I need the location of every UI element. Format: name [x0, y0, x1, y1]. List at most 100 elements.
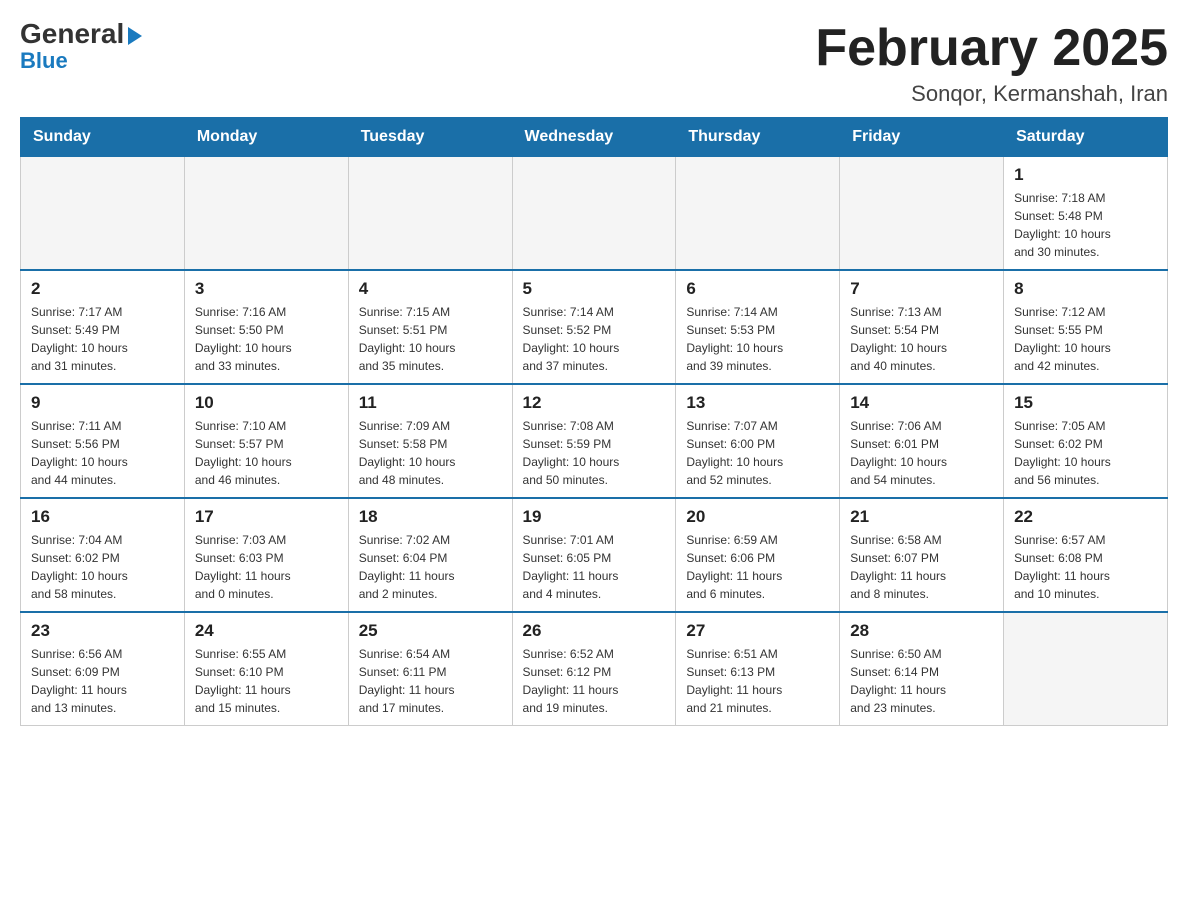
table-row: 20 Sunrise: 6:59 AM Sunset: 6:06 PM Dayli… [676, 498, 840, 612]
table-row: 28 Sunrise: 6:50 AM Sunset: 6:14 PM Dayli… [840, 612, 1004, 726]
day-info: Sunrise: 7:06 AM Sunset: 6:01 PM Dayligh… [850, 417, 993, 489]
day-info: Sunrise: 6:58 AM Sunset: 6:07 PM Dayligh… [850, 531, 993, 603]
table-row [21, 157, 185, 271]
table-row: 24 Sunrise: 6:55 AM Sunset: 6:10 PM Dayli… [184, 612, 348, 726]
calendar-week-row: 23 Sunrise: 6:56 AM Sunset: 6:09 PM Dayli… [21, 612, 1168, 726]
calendar-week-row: 16Sunrise: 7:04 AM Sunset: 6:02 PM Dayli… [21, 498, 1168, 612]
table-row: 18Sunrise: 7:02 AM Sunset: 6:04 PM Dayli… [348, 498, 512, 612]
table-row: 21 Sunrise: 6:58 AM Sunset: 6:07 PM Dayli… [840, 498, 1004, 612]
day-info: Sunrise: 6:54 AM Sunset: 6:11 PM Dayligh… [359, 645, 502, 717]
day-number: 15 [1014, 393, 1157, 413]
day-info: Sunrise: 7:10 AM Sunset: 5:57 PM Dayligh… [195, 417, 338, 489]
table-row: 13 Sunrise: 7:07 AM Sunset: 6:00 PM Dayli… [676, 384, 840, 498]
day-info: Sunrise: 6:56 AM Sunset: 6:09 PM Dayligh… [31, 645, 174, 717]
logo-blue-text: Blue [20, 48, 68, 74]
day-number: 5 [523, 279, 666, 299]
day-number: 9 [31, 393, 174, 413]
table-row: 8Sunrise: 7:12 AM Sunset: 5:55 PM Daylig… [1004, 270, 1168, 384]
day-number: 12 [523, 393, 666, 413]
location: Sonqor, Kermanshah, Iran [815, 81, 1168, 107]
day-number: 24 [195, 621, 338, 641]
day-info: Sunrise: 7:16 AM Sunset: 5:50 PM Dayligh… [195, 303, 338, 375]
day-number: 27 [686, 621, 829, 641]
calendar-header-row: Sunday Monday Tuesday Wednesday Thursday… [21, 118, 1168, 157]
table-row: 16Sunrise: 7:04 AM Sunset: 6:02 PM Dayli… [21, 498, 185, 612]
calendar-week-row: 1Sunrise: 7:18 AM Sunset: 5:48 PM Daylig… [21, 157, 1168, 271]
day-number: 19 [523, 507, 666, 527]
day-number: 28 [850, 621, 993, 641]
table-row: 27Sunrise: 6:51 AM Sunset: 6:13 PM Dayli… [676, 612, 840, 726]
day-number: 17 [195, 507, 338, 527]
day-info: Sunrise: 6:52 AM Sunset: 6:12 PM Dayligh… [523, 645, 666, 717]
day-info: Sunrise: 7:13 AM Sunset: 5:54 PM Dayligh… [850, 303, 993, 375]
calendar-week-row: 9 Sunrise: 7:11 AM Sunset: 5:56 PM Daylig… [21, 384, 1168, 498]
day-number: 18 [359, 507, 502, 527]
table-row: 26 Sunrise: 6:52 AM Sunset: 6:12 PM Dayli… [512, 612, 676, 726]
table-row: 19 Sunrise: 7:01 AM Sunset: 6:05 PM Dayli… [512, 498, 676, 612]
table-row: 3 Sunrise: 7:16 AM Sunset: 5:50 PM Daylig… [184, 270, 348, 384]
table-row: 7 Sunrise: 7:13 AM Sunset: 5:54 PM Daylig… [840, 270, 1004, 384]
day-info: Sunrise: 6:59 AM Sunset: 6:06 PM Dayligh… [686, 531, 829, 603]
table-row: 6 Sunrise: 7:14 AM Sunset: 5:53 PM Daylig… [676, 270, 840, 384]
col-monday: Monday [184, 118, 348, 157]
table-row: 5 Sunrise: 7:14 AM Sunset: 5:52 PM Daylig… [512, 270, 676, 384]
day-number: 21 [850, 507, 993, 527]
table-row: 17 Sunrise: 7:03 AM Sunset: 6:03 PM Dayli… [184, 498, 348, 612]
day-number: 7 [850, 279, 993, 299]
table-row: 12 Sunrise: 7:08 AM Sunset: 5:59 PM Dayli… [512, 384, 676, 498]
table-row: 22 Sunrise: 6:57 AM Sunset: 6:08 PM Dayli… [1004, 498, 1168, 612]
day-info: Sunrise: 7:17 AM Sunset: 5:49 PM Dayligh… [31, 303, 174, 375]
day-number: 8 [1014, 279, 1157, 299]
day-info: Sunrise: 6:57 AM Sunset: 6:08 PM Dayligh… [1014, 531, 1157, 603]
day-info: Sunrise: 6:50 AM Sunset: 6:14 PM Dayligh… [850, 645, 993, 717]
table-row: 4 Sunrise: 7:15 AM Sunset: 5:51 PM Daylig… [348, 270, 512, 384]
day-info: Sunrise: 7:01 AM Sunset: 6:05 PM Dayligh… [523, 531, 666, 603]
day-number: 26 [523, 621, 666, 641]
day-number: 3 [195, 279, 338, 299]
col-friday: Friday [840, 118, 1004, 157]
day-number: 23 [31, 621, 174, 641]
table-row [184, 157, 348, 271]
col-thursday: Thursday [676, 118, 840, 157]
col-saturday: Saturday [1004, 118, 1168, 157]
day-number: 16 [31, 507, 174, 527]
day-number: 25 [359, 621, 502, 641]
day-number: 20 [686, 507, 829, 527]
day-info: Sunrise: 7:03 AM Sunset: 6:03 PM Dayligh… [195, 531, 338, 603]
table-row [840, 157, 1004, 271]
day-info: Sunrise: 7:07 AM Sunset: 6:00 PM Dayligh… [686, 417, 829, 489]
table-row [348, 157, 512, 271]
day-number: 22 [1014, 507, 1157, 527]
table-row: 23 Sunrise: 6:56 AM Sunset: 6:09 PM Dayli… [21, 612, 185, 726]
logo: General Blue [20, 20, 142, 74]
day-info: Sunrise: 6:55 AM Sunset: 6:10 PM Dayligh… [195, 645, 338, 717]
col-tuesday: Tuesday [348, 118, 512, 157]
calendar-table: Sunday Monday Tuesday Wednesday Thursday… [20, 117, 1168, 726]
day-info: Sunrise: 7:08 AM Sunset: 5:59 PM Dayligh… [523, 417, 666, 489]
day-number: 6 [686, 279, 829, 299]
day-number: 4 [359, 279, 502, 299]
day-info: Sunrise: 7:11 AM Sunset: 5:56 PM Dayligh… [31, 417, 174, 489]
calendar-week-row: 2 Sunrise: 7:17 AM Sunset: 5:49 PM Daylig… [21, 270, 1168, 384]
title-area: February 2025 Sonqor, Kermanshah, Iran [815, 20, 1168, 107]
table-row [512, 157, 676, 271]
day-number: 11 [359, 393, 502, 413]
day-info: Sunrise: 7:14 AM Sunset: 5:52 PM Dayligh… [523, 303, 666, 375]
table-row [1004, 612, 1168, 726]
day-number: 2 [31, 279, 174, 299]
day-info: Sunrise: 7:15 AM Sunset: 5:51 PM Dayligh… [359, 303, 502, 375]
table-row: 11 Sunrise: 7:09 AM Sunset: 5:58 PM Dayli… [348, 384, 512, 498]
day-number: 13 [686, 393, 829, 413]
table-row: 15 Sunrise: 7:05 AM Sunset: 6:02 PM Dayli… [1004, 384, 1168, 498]
day-info: Sunrise: 7:05 AM Sunset: 6:02 PM Dayligh… [1014, 417, 1157, 489]
table-row: 25 Sunrise: 6:54 AM Sunset: 6:11 PM Dayli… [348, 612, 512, 726]
day-info: Sunrise: 7:14 AM Sunset: 5:53 PM Dayligh… [686, 303, 829, 375]
col-sunday: Sunday [21, 118, 185, 157]
logo-general: General [20, 20, 142, 48]
col-wednesday: Wednesday [512, 118, 676, 157]
day-number: 10 [195, 393, 338, 413]
table-row: 10 Sunrise: 7:10 AM Sunset: 5:57 PM Dayli… [184, 384, 348, 498]
table-row: 2 Sunrise: 7:17 AM Sunset: 5:49 PM Daylig… [21, 270, 185, 384]
day-info: Sunrise: 7:09 AM Sunset: 5:58 PM Dayligh… [359, 417, 502, 489]
month-title: February 2025 [815, 20, 1168, 77]
